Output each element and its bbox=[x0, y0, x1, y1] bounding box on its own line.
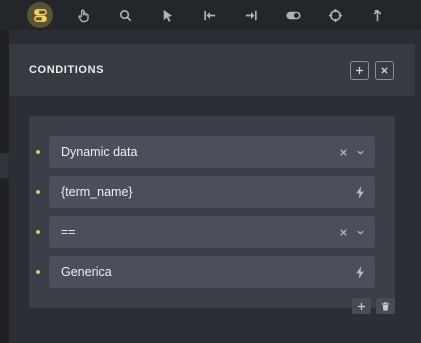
add-row-button[interactable] bbox=[352, 298, 371, 314]
condition-row: {term_name} bbox=[29, 176, 395, 208]
field-value: == bbox=[61, 225, 76, 239]
group-actions bbox=[352, 298, 395, 314]
top-toolbar bbox=[0, 0, 421, 30]
cursor-arrow-icon[interactable] bbox=[155, 3, 179, 27]
clear-icon[interactable] bbox=[339, 228, 348, 237]
field-value: {term_name} bbox=[61, 185, 133, 199]
term-name-input[interactable]: {term_name} bbox=[49, 176, 375, 208]
panel-header: CONDITIONS bbox=[9, 44, 415, 96]
condition-row: Dynamic data bbox=[29, 136, 395, 168]
condition-row: == bbox=[29, 216, 395, 248]
field-value: Dynamic data bbox=[61, 145, 138, 159]
row-bullet bbox=[36, 270, 40, 274]
left-sidebar-strip bbox=[0, 30, 9, 343]
conditions-panel: CONDITIONS Dynamic data {term_name} == G… bbox=[9, 44, 415, 343]
clear-icon[interactable] bbox=[339, 148, 348, 157]
close-panel-button[interactable] bbox=[375, 60, 394, 80]
step-backward-icon[interactable] bbox=[197, 3, 221, 27]
compare-value-input[interactable]: Generica bbox=[49, 256, 375, 288]
lightning-bolt-icon[interactable] bbox=[355, 185, 365, 199]
close-icon bbox=[381, 66, 388, 74]
target-icon[interactable] bbox=[323, 3, 347, 27]
pointer-hand-icon[interactable] bbox=[71, 3, 95, 27]
arrow-up-icon[interactable] bbox=[365, 3, 389, 27]
field-value: Generica bbox=[61, 265, 112, 279]
delete-group-button[interactable] bbox=[376, 298, 395, 314]
chevron-down-icon[interactable] bbox=[356, 148, 365, 157]
plus-icon bbox=[355, 66, 364, 74]
add-condition-button[interactable] bbox=[350, 60, 369, 80]
lightning-bolt-icon[interactable] bbox=[355, 265, 365, 279]
search-icon[interactable] bbox=[113, 3, 137, 27]
operator-select[interactable]: == bbox=[49, 216, 375, 248]
toggle-icon[interactable] bbox=[281, 3, 305, 27]
dynamic-data-select[interactable]: Dynamic data bbox=[49, 136, 375, 168]
row-bullet bbox=[36, 190, 40, 194]
step-forward-icon[interactable] bbox=[239, 3, 263, 27]
panel-title: CONDITIONS bbox=[29, 64, 105, 76]
trash-icon bbox=[381, 301, 390, 311]
chevron-down-icon[interactable] bbox=[356, 228, 365, 237]
header-actions bbox=[350, 60, 394, 80]
left-strip-marker bbox=[0, 153, 9, 178]
row-bullet bbox=[36, 150, 40, 154]
row-bullet bbox=[36, 230, 40, 234]
condition-group: Dynamic data {term_name} == Generica bbox=[29, 116, 395, 314]
plus-icon bbox=[357, 302, 366, 310]
condition-row: Generica bbox=[29, 256, 395, 288]
conditions-icon[interactable] bbox=[27, 2, 53, 28]
